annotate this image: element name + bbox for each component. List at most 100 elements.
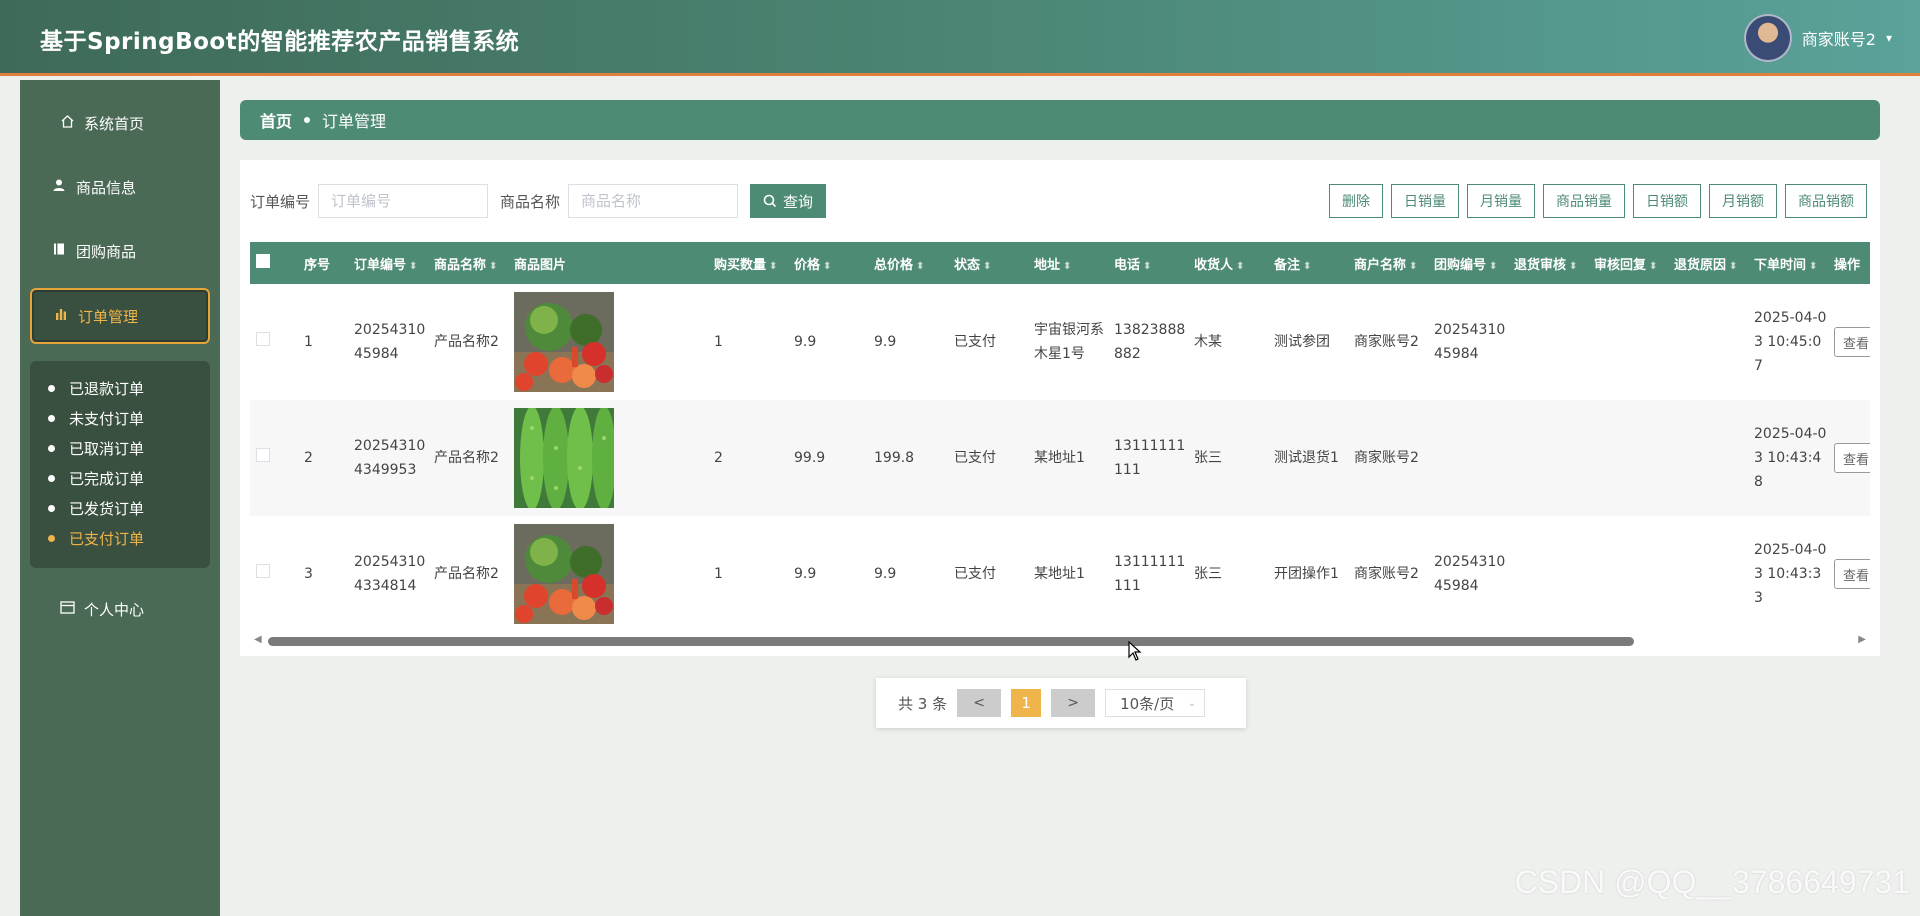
submenu-item-label: 已取消订单 [69,439,145,458]
cell-text: 13111111111 [1114,554,1186,594]
table-row[interactable]: 2 202543104349953 产品名称2 2 99.9 199.8 已支付 某地址1 13… [250,400,1870,516]
column-header[interactable]: 退货原因 ⬍ [1670,242,1750,284]
column-header[interactable]: 状态 ⬍ [950,242,1030,284]
scroll-left-icon[interactable]: ◀ [254,634,262,645]
sidebar-item-group-products[interactable]: 团购商品 [30,223,210,279]
cell-text: 202543104334814 [354,554,426,594]
sort-icon[interactable]: ⬍ [1063,261,1071,272]
bullet-icon [48,384,55,392]
column-header[interactable]: 下单时间 ⬍ [1750,242,1830,284]
view-button[interactable]: 查看 [1834,443,1870,473]
search-icon [763,194,777,208]
sort-icon[interactable]: ⬍ [1729,261,1737,272]
query-button[interactable]: 查询 [750,184,827,218]
submenu-item[interactable]: 已完成订单 [30,463,210,493]
cell-text: 开团操作1 [1274,566,1339,582]
cell-total: 199.8 [870,400,950,516]
cell-product: 产品名称2 [430,516,510,632]
column-header[interactable]: 退货审核 ⬍ [1510,242,1590,284]
sort-icon[interactable]: ⬍ [1569,261,1577,272]
row-checkbox[interactable] [256,448,270,462]
cell-text: 9.9 [874,334,897,350]
column-header: 操作 [1830,242,1870,284]
column-header[interactable]: 价格 ⬍ [790,242,870,284]
page-size-select[interactable]: 10条/页 ⌄ [1105,689,1206,717]
sort-icon[interactable]: ⬍ [1143,261,1151,272]
order-no-input[interactable] [318,184,489,218]
sidebar-item-products[interactable]: 商品信息 [30,159,210,215]
user-name[interactable]: 商家账号2 [1802,26,1876,50]
orders-submenu: 已退款订单未支付订单已取消订单已完成订单 已发货订单 已支付订单 [30,361,210,568]
column-header[interactable]: 地址 ⬍ [1030,242,1110,284]
sort-icon[interactable]: ⬍ [1649,261,1657,272]
cell-review-reply [1590,516,1670,632]
cell-text: 1 [714,566,723,582]
horizontal-scrollbar[interactable]: ◀ ▶ [250,634,1870,648]
page-number-current[interactable]: 1 [1011,689,1042,717]
daily-sales-qty-button[interactable]: 日销量 [1391,184,1459,218]
sort-icon[interactable]: ⬍ [1409,261,1417,272]
column-header[interactable]: 购买数量 ⬍ [710,242,790,284]
column-header[interactable]: 电话 ⬍ [1110,242,1190,284]
cell-text: 已支付 [954,566,996,582]
sidebar-item-home[interactable]: 系统首页 [30,95,210,151]
column-header[interactable]: 商户名称 ⬍ [1350,242,1430,284]
monthly-sales-qty-button[interactable]: 月销量 [1467,184,1535,218]
breadcrumb-home[interactable]: 首页 [260,108,292,132]
submenu-item[interactable]: 已发货订单 [30,493,210,523]
column-header[interactable]: 团购编号 ⬍ [1430,242,1510,284]
product-sales-qty-button[interactable]: 商品销量 [1543,184,1625,218]
submenu-item[interactable]: 已退款订单 [30,373,210,403]
submenu-item-label: 未支付订单 [69,409,145,428]
sidebar-item-label: 个人中心 [84,600,145,619]
sort-icon[interactable]: ⬍ [1303,261,1311,272]
table-row[interactable]: 3 202543104334814 产品名称2 1 9.9 9.9 已支付 某地址1 13111… [250,516,1870,632]
submenu-item[interactable]: 已支付订单 [30,523,210,553]
column-header[interactable]: 订单编号 ⬍ [350,242,430,284]
watermark: CSDN @QQ__3786649731 [1514,864,1910,900]
column-header[interactable]: 总价格 ⬍ [870,242,950,284]
next-page-button[interactable]: > [1051,689,1096,717]
view-button[interactable]: 查看 [1834,327,1870,357]
column-header[interactable]: 备注 ⬍ [1270,242,1350,284]
bullet-icon [48,504,55,512]
monthly-sales-amount-button[interactable]: 月销额 [1709,184,1777,218]
sort-icon[interactable]: ⬍ [489,261,497,272]
product-name-input[interactable] [568,184,739,218]
prev-page-button[interactable]: < [957,689,1002,717]
cell-qty: 1 [710,284,790,400]
sort-icon[interactable]: ⬍ [916,261,924,272]
sort-icon[interactable]: ⬍ [983,261,991,272]
sort-icon[interactable]: ⬍ [823,261,831,272]
cell-phone: 13111111111 [1110,400,1190,516]
column-header[interactable]: 审核回复 ⬍ [1590,242,1670,284]
view-button[interactable]: 查看 [1834,559,1870,589]
sidebar: 系统首页商品信息团购商品订单管理个人中心 已退款订单未支付订单已取消订单已完成订单… [20,80,220,916]
cell-text: 99.9 [794,450,826,466]
submenu-item[interactable]: 已取消订单 [30,433,210,463]
product-sales-amount-button[interactable]: 商品销额 [1785,184,1867,218]
select-all-checkbox[interactable] [256,254,270,268]
cell-receiver: 木某 [1190,284,1270,400]
chevron-down-icon[interactable]: ▾ [1886,31,1892,45]
scrollbar-thumb[interactable] [268,637,1634,646]
sidebar-item-orders[interactable]: 订单管理 [30,288,210,344]
cell-idx: 2 [300,400,350,516]
sort-icon[interactable]: ⬍ [409,261,417,272]
row-checkbox[interactable] [256,564,270,578]
sort-icon[interactable]: ⬍ [1236,261,1244,272]
submenu-item[interactable]: 未支付订单 [30,403,210,433]
column-header[interactable]: 商品名称 ⬍ [430,242,510,284]
sidebar-item-profile[interactable]: 个人中心 [30,581,210,637]
column-header[interactable]: 收货人 ⬍ [1190,242,1270,284]
row-checkbox[interactable] [256,332,270,346]
daily-sales-amount-button[interactable]: 日销额 [1633,184,1701,218]
sort-icon[interactable]: ⬍ [1809,261,1817,272]
avatar[interactable] [1743,14,1792,62]
user-menu[interactable]: 商家账号2 ▾ [1743,14,1892,62]
sort-icon[interactable]: ⬍ [769,261,777,272]
delete-button[interactable]: 删除 [1329,184,1383,218]
sort-icon[interactable]: ⬍ [1489,261,1497,272]
scroll-right-icon[interactable]: ▶ [1858,634,1866,645]
table-row[interactable]: 1 2025431045984 产品名称2 1 9.9 9.9 已支付 宇宙银河系木星1号 13… [250,284,1870,400]
